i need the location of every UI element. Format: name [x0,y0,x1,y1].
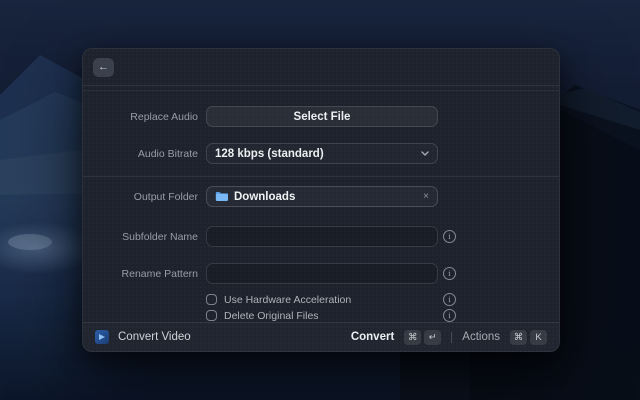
checkbox-label: Use Hardware Acceleration [224,294,351,306]
delete-original-checkbox-field[interactable]: Delete Original Files [206,309,438,322]
subfolder-name-label: Subfolder Name [83,231,206,243]
audio-bitrate-value: 128 kbps (standard) [215,148,421,160]
audio-bitrate-dropdown[interactable]: 128 kbps (standard) [206,143,438,164]
output-folder-row: Output Folder Downloads × [83,186,559,207]
k-key-icon: K [530,330,547,345]
checkbox[interactable] [206,310,217,321]
checkbox[interactable] [206,294,217,305]
actions-menu-button[interactable]: Actions ⌘ K [462,330,547,345]
audio-bitrate-row: Audio Bitrate 128 kbps (standard) [83,143,559,164]
info-icon[interactable]: i [443,267,456,280]
chevron-down-icon [421,151,429,156]
info-icon[interactable]: i [443,309,456,322]
back-arrow-icon: ← [98,61,109,73]
convert-action-label: Convert [351,331,394,343]
section-divider [83,176,559,177]
replace-audio-label: Replace Audio [83,111,206,123]
replace-audio-row: Replace Audio Select File [83,106,559,127]
output-folder-tag[interactable]: Downloads × [206,186,438,207]
rename-pattern-input[interactable] [206,263,438,284]
rename-pattern-label: Rename Pattern [83,268,206,280]
desktop: ← Replace Audio Select File Audio Bitrat… [0,0,640,400]
command-key-icon: ⌘ [404,330,421,345]
hardware-acceleration-checkbox-field[interactable]: Use Hardware Acceleration [206,293,438,306]
convert-video-window: ← Replace Audio Select File Audio Bitrat… [82,48,560,352]
remove-folder-icon[interactable]: × [423,192,429,202]
convert-video-app-icon [95,330,109,344]
rename-pattern-row: Rename Pattern i [83,263,559,284]
select-file-button[interactable]: Select File [206,106,438,127]
subfolder-name-row: Subfolder Name i [83,226,559,247]
scroll-top-divider [83,90,559,91]
checkbox-label: Delete Original Files [224,310,319,322]
actions-label: Actions [462,331,500,343]
convert-action-button[interactable]: Convert ⌘ ↵ [351,330,441,345]
audio-bitrate-label: Audio Bitrate [83,148,206,160]
return-key-icon: ↵ [424,330,441,345]
info-icon[interactable]: i [443,230,456,243]
convert-form: Replace Audio Select File Audio Bitrate … [83,106,559,322]
command-key-icon: ⌘ [510,330,527,345]
subfolder-name-input[interactable] [206,226,438,247]
back-button[interactable]: ← [93,58,114,77]
footer-divider [451,332,452,343]
folder-icon [215,191,228,202]
footer-title: Convert Video [118,331,191,343]
output-folder-label: Output Folder [83,191,206,203]
delete-original-row: Delete Original Files i [83,309,559,322]
window-footer: Convert Video Convert ⌘ ↵ Actions ⌘ K [83,322,559,351]
info-icon[interactable]: i [443,293,456,306]
output-folder-value: Downloads [234,191,423,203]
hardware-acceleration-row: Use Hardware Acceleration i [83,293,559,306]
window-header: ← [83,49,559,86]
